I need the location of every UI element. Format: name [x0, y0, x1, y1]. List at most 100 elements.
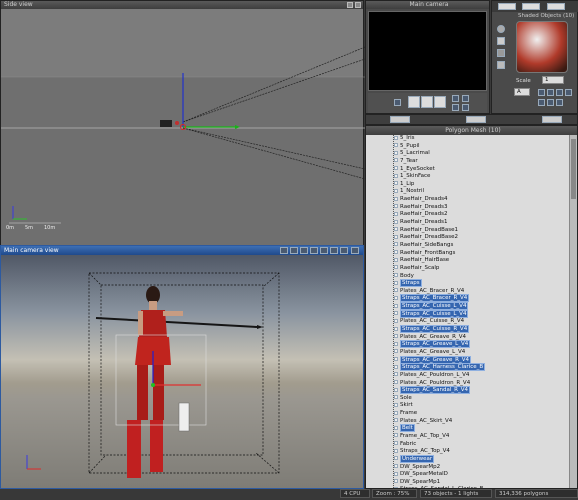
- checkbox-icon[interactable]: [394, 326, 398, 331]
- list-item[interactable]: Straps_AC_Harness_Clarice_B: [388, 363, 558, 372]
- checkbox-icon[interactable]: [394, 288, 398, 293]
- checkbox-icon[interactable]: [394, 181, 398, 186]
- list-item[interactable]: 1_Nostril: [388, 188, 558, 196]
- texture-icon-2[interactable]: [547, 99, 554, 106]
- view-icon-6[interactable]: [330, 247, 338, 254]
- view-icon-3[interactable]: [300, 247, 308, 254]
- checkbox-icon[interactable]: [394, 211, 398, 216]
- checkbox-icon[interactable]: [394, 303, 398, 308]
- options-icon-4[interactable]: [565, 89, 572, 96]
- checkbox-icon[interactable]: [394, 273, 398, 278]
- texture-icon-1[interactable]: [538, 99, 545, 106]
- list-item[interactable]: RaeHair_Dreads4: [388, 196, 558, 204]
- view-icon-2[interactable]: [290, 247, 298, 254]
- view-icon-1[interactable]: [280, 247, 288, 254]
- list-item[interactable]: 1_Lip: [388, 181, 558, 189]
- checkbox-icon[interactable]: [394, 204, 398, 209]
- target-icon[interactable]: [452, 104, 459, 111]
- checkbox-icon[interactable]: [394, 135, 398, 140]
- list-item[interactable]: Sole: [388, 395, 558, 403]
- list-item[interactable]: RaeHair_Dreads2: [388, 211, 558, 219]
- view-icon-5[interactable]: [320, 247, 328, 254]
- list-item[interactable]: DW_SpearMetalD: [388, 471, 558, 479]
- checkbox-icon[interactable]: [394, 471, 398, 476]
- checkbox-icon[interactable]: [394, 380, 398, 384]
- tool-checker-icon[interactable]: [497, 37, 505, 45]
- list-item[interactable]: Straps_AC_Cuisse_L_V4: [388, 309, 558, 319]
- checkbox-icon[interactable]: [394, 295, 398, 300]
- side-view-panel[interactable]: Side view 0m 5m 10m: [0, 0, 365, 245]
- checkbox-icon[interactable]: [394, 196, 398, 201]
- rotate-icon[interactable]: [421, 96, 433, 108]
- tab-material-icon[interactable]: [547, 3, 565, 10]
- list-item[interactable]: Fabric: [388, 441, 558, 449]
- scrollbar[interactable]: [569, 135, 577, 488]
- checkbox-icon[interactable]: [394, 456, 398, 461]
- list-item[interactable]: RaeHair_DreadBase1: [388, 227, 558, 235]
- tab-objects-icon[interactable]: [390, 116, 410, 123]
- tool-plane-icon[interactable]: [497, 61, 505, 69]
- checkbox-icon[interactable]: [394, 402, 398, 407]
- list-item[interactable]: RaeHair_Scalp: [388, 265, 558, 273]
- checkbox-icon[interactable]: [394, 150, 398, 155]
- checkbox-icon[interactable]: [394, 227, 398, 232]
- list-item[interactable]: RaeHair_SideBangs: [388, 242, 558, 250]
- list-item[interactable]: Underwear: [388, 454, 558, 464]
- camera-icon[interactable]: [452, 95, 459, 102]
- checkbox-icon[interactable]: [394, 395, 398, 400]
- list-item[interactable]: RaeHair_Dreads3: [388, 204, 558, 212]
- list-item[interactable]: Frame_AC_Top_V4: [388, 433, 558, 441]
- texture-icon-3[interactable]: [556, 99, 563, 106]
- zoom-icon[interactable]: [434, 96, 446, 108]
- list-item[interactable]: 5_Iris: [388, 135, 558, 143]
- list-item[interactable]: RaeHair_Dreads1: [388, 219, 558, 227]
- tab-brush-icon[interactable]: [498, 3, 516, 10]
- tab-rect-icon[interactable]: [522, 3, 540, 10]
- checkbox-icon[interactable]: [394, 418, 398, 423]
- checkbox-icon[interactable]: [394, 479, 398, 484]
- options-icon-1[interactable]: [538, 89, 545, 96]
- list-item[interactable]: 5_Lacrimal: [388, 150, 558, 158]
- view-icon-4[interactable]: [310, 247, 318, 254]
- move-icon[interactable]: [394, 99, 401, 106]
- tab-scene-icon[interactable]: [466, 116, 486, 123]
- checkbox-icon[interactable]: [394, 341, 398, 346]
- list-item[interactable]: Plates_AC_Pouldron_L_V4: [388, 372, 558, 380]
- list-item[interactable]: Straps_AC_Greave_L_V4: [388, 340, 558, 349]
- checkbox-icon[interactable]: [394, 234, 398, 239]
- list-item[interactable]: 5_Pupil: [388, 143, 558, 151]
- checkbox-icon[interactable]: [394, 387, 398, 392]
- letter-dropdown[interactable]: A: [514, 88, 530, 96]
- checkbox-icon[interactable]: [394, 219, 398, 224]
- frame-icon[interactable]: [462, 104, 469, 111]
- checkbox-icon[interactable]: [394, 349, 398, 354]
- options-icon-2[interactable]: [547, 89, 554, 96]
- checkbox-icon[interactable]: [394, 464, 398, 469]
- checkbox-icon[interactable]: [394, 372, 398, 377]
- checkbox-icon[interactable]: [394, 280, 398, 285]
- checkbox-icon[interactable]: [394, 441, 398, 446]
- checkbox-icon[interactable]: [394, 425, 398, 430]
- list-item[interactable]: Frame: [388, 410, 558, 418]
- view-icon-7[interactable]: [340, 247, 348, 254]
- checkbox-icon[interactable]: [394, 143, 398, 148]
- list-item[interactable]: 7_Tear: [388, 158, 558, 166]
- camera-view-panel[interactable]: Main camera view: [0, 245, 364, 489]
- checkbox-icon[interactable]: [394, 257, 398, 262]
- checkbox-icon[interactable]: [394, 357, 398, 362]
- checkbox-icon[interactable]: [394, 410, 398, 415]
- pan-icon[interactable]: [408, 96, 420, 108]
- checkbox-icon[interactable]: [394, 173, 398, 178]
- tool-grid-icon[interactable]: [497, 49, 505, 57]
- checkbox-icon[interactable]: [394, 318, 398, 323]
- list-item[interactable]: Straps_AC_Cuisse_R_V4: [388, 325, 558, 334]
- list-item[interactable]: RaeHair_DreadBase2: [388, 234, 558, 242]
- list-item[interactable]: DW_SpearMp2: [388, 464, 558, 472]
- options-icon-3[interactable]: [556, 89, 563, 96]
- list-item[interactable]: DW_SpearMp1: [388, 479, 558, 487]
- tab-links-icon[interactable]: [542, 116, 562, 123]
- scale-field[interactable]: 1: [542, 76, 564, 84]
- list-item[interactable]: Skirt: [388, 402, 558, 410]
- checkbox-icon[interactable]: [394, 166, 398, 171]
- checkbox-icon[interactable]: [394, 448, 398, 453]
